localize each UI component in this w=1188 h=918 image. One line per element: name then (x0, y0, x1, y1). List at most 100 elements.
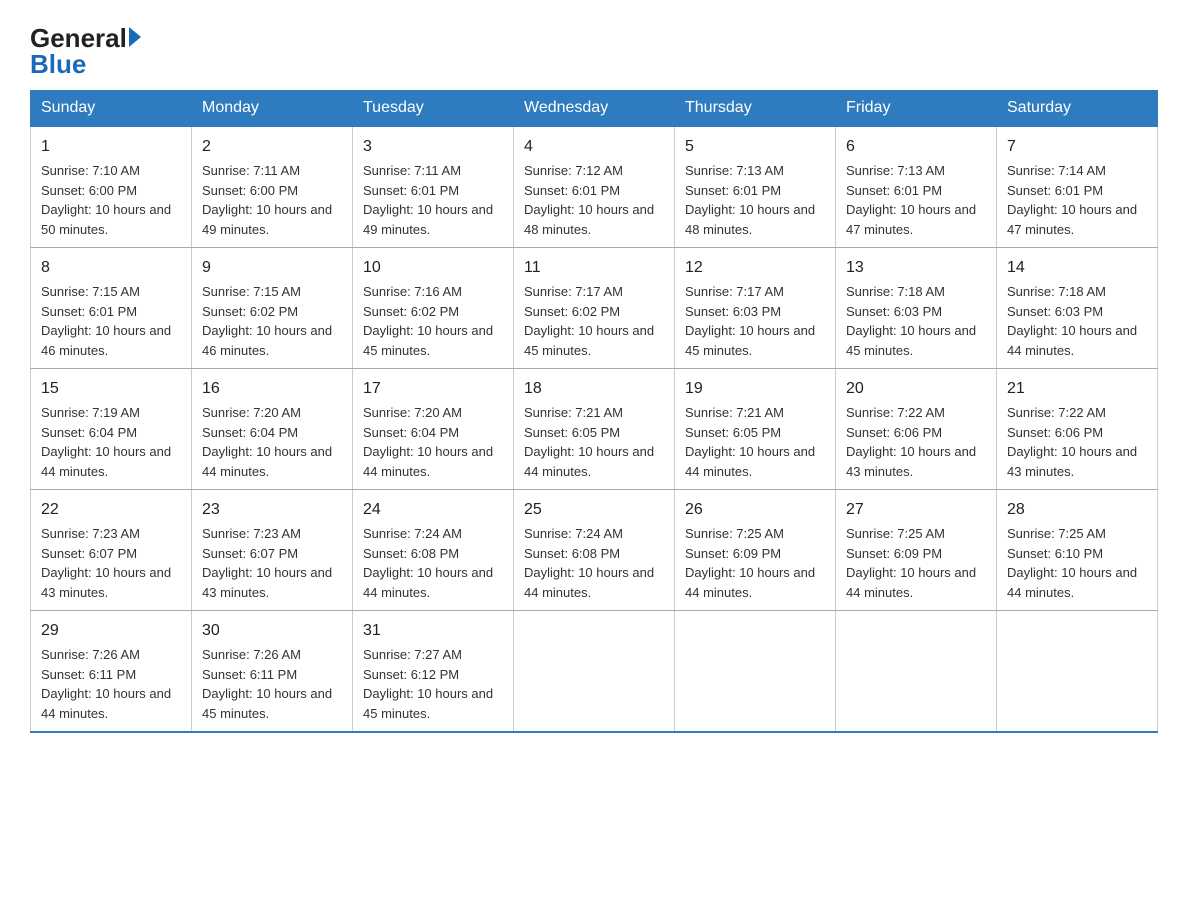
day-number: 26 (685, 498, 825, 522)
daylight-label: Daylight: 10 hours and 44 minutes. (202, 444, 332, 479)
calendar-body: 1 Sunrise: 7:10 AM Sunset: 6:00 PM Daylight… (31, 126, 1158, 732)
daylight-label: Daylight: 10 hours and 44 minutes. (41, 444, 171, 479)
daylight-label: Daylight: 10 hours and 45 minutes. (363, 323, 493, 358)
calendar-cell: 28Sunrise: 7:25 AMSunset: 6:10 PMDayligh… (997, 490, 1158, 611)
daylight-label: Daylight: 10 hours and 44 minutes. (846, 565, 976, 600)
sunset-label: Sunset: 6:05 PM (524, 425, 620, 440)
daylight-label: Daylight: 10 hours and 45 minutes. (685, 323, 815, 358)
daylight-label: Daylight: 10 hours and 48 minutes. (524, 202, 654, 237)
calendar-cell: 9Sunrise: 7:15 AMSunset: 6:02 PMDaylight… (192, 248, 353, 369)
day-number: 7 (1007, 135, 1147, 159)
sunset-label: Sunset: 6:00 PM (41, 183, 137, 198)
calendar-table: SundayMondayTuesdayWednesdayThursdayFrid… (30, 90, 1158, 733)
sunrise-label: Sunrise: 7:10 AM (41, 163, 140, 178)
header-day-friday: Friday (836, 91, 997, 127)
sunset-label: Sunset: 6:02 PM (363, 304, 459, 319)
daylight-label: Daylight: 10 hours and 43 minutes. (202, 565, 332, 600)
sunset-label: Sunset: 6:03 PM (846, 304, 942, 319)
sunrise-label: Sunrise: 7:26 AM (202, 647, 301, 662)
sunset-label: Sunset: 6:01 PM (1007, 183, 1103, 198)
calendar-cell: 27Sunrise: 7:25 AMSunset: 6:09 PMDayligh… (836, 490, 997, 611)
sunrise-label: Sunrise: 7:15 AM (41, 284, 140, 299)
sunrise-label: Sunrise: 7:21 AM (685, 405, 784, 420)
header-day-sunday: Sunday (31, 91, 192, 127)
calendar-cell: 29Sunrise: 7:26 AMSunset: 6:11 PMDayligh… (31, 611, 192, 733)
daylight-label: Daylight: 10 hours and 45 minutes. (846, 323, 976, 358)
sunset-label: Sunset: 6:11 PM (202, 667, 297, 682)
calendar-week-2: 8Sunrise: 7:15 AMSunset: 6:01 PMDaylight… (31, 248, 1158, 369)
calendar-cell: 24Sunrise: 7:24 AMSunset: 6:08 PMDayligh… (353, 490, 514, 611)
calendar-cell (675, 611, 836, 733)
sunrise-label: Sunrise: 7:13 AM (685, 163, 784, 178)
sunrise-label: Sunrise: 7:27 AM (363, 647, 462, 662)
day-number: 4 (524, 135, 664, 159)
daylight-label: Daylight: 10 hours and 49 minutes. (202, 202, 332, 237)
sunset-label: Sunset: 6:03 PM (685, 304, 781, 319)
calendar-cell (514, 611, 675, 733)
sunrise-label: Sunrise: 7:14 AM (1007, 163, 1106, 178)
logo-arrow-icon (129, 27, 141, 47)
day-number: 13 (846, 256, 986, 280)
calendar-cell: 6Sunrise: 7:13 AMSunset: 6:01 PMDaylight… (836, 126, 997, 248)
calendar-cell: 14Sunrise: 7:18 AMSunset: 6:03 PMDayligh… (997, 248, 1158, 369)
daylight-label: Daylight: 10 hours and 44 minutes. (363, 565, 493, 600)
calendar-cell: 31Sunrise: 7:27 AMSunset: 6:12 PMDayligh… (353, 611, 514, 733)
day-number: 15 (41, 377, 181, 401)
sunset-label: Sunset: 6:11 PM (41, 667, 136, 682)
calendar-cell: 17Sunrise: 7:20 AMSunset: 6:04 PMDayligh… (353, 369, 514, 490)
sunset-label: Sunset: 6:12 PM (363, 667, 459, 682)
daylight-label: Daylight: 10 hours and 44 minutes. (685, 565, 815, 600)
day-number: 3 (363, 135, 503, 159)
sunset-label: Sunset: 6:06 PM (846, 425, 942, 440)
calendar-cell: 4Sunrise: 7:12 AMSunset: 6:01 PMDaylight… (514, 126, 675, 248)
daylight-label: Daylight: 10 hours and 50 minutes. (41, 202, 171, 237)
day-number: 21 (1007, 377, 1147, 401)
calendar-cell: 16Sunrise: 7:20 AMSunset: 6:04 PMDayligh… (192, 369, 353, 490)
sunrise-label: Sunrise: 7:16 AM (363, 284, 462, 299)
calendar-cell: 22Sunrise: 7:23 AMSunset: 6:07 PMDayligh… (31, 490, 192, 611)
day-number: 9 (202, 256, 342, 280)
sunrise-label: Sunrise: 7:20 AM (202, 405, 301, 420)
calendar-cell: 26Sunrise: 7:25 AMSunset: 6:09 PMDayligh… (675, 490, 836, 611)
sunset-label: Sunset: 6:08 PM (524, 546, 620, 561)
calendar-cell: 2Sunrise: 7:11 AMSunset: 6:00 PMDaylight… (192, 126, 353, 248)
day-number: 10 (363, 256, 503, 280)
calendar-cell: 12Sunrise: 7:17 AMSunset: 6:03 PMDayligh… (675, 248, 836, 369)
sunrise-label: Sunrise: 7:18 AM (846, 284, 945, 299)
sunrise-label: Sunrise: 7:22 AM (1007, 405, 1106, 420)
calendar-cell: 11Sunrise: 7:17 AMSunset: 6:02 PMDayligh… (514, 248, 675, 369)
daylight-label: Daylight: 10 hours and 44 minutes. (1007, 565, 1137, 600)
calendar-cell: 23Sunrise: 7:23 AMSunset: 6:07 PMDayligh… (192, 490, 353, 611)
day-number: 29 (41, 619, 181, 643)
day-number: 31 (363, 619, 503, 643)
sunrise-label: Sunrise: 7:24 AM (363, 526, 462, 541)
sunrise-label: Sunrise: 7:20 AM (363, 405, 462, 420)
calendar-cell: 19Sunrise: 7:21 AMSunset: 6:05 PMDayligh… (675, 369, 836, 490)
calendar-cell: 7Sunrise: 7:14 AMSunset: 6:01 PMDaylight… (997, 126, 1158, 248)
sunset-label: Sunset: 6:01 PM (846, 183, 942, 198)
header-row: SundayMondayTuesdayWednesdayThursdayFrid… (31, 91, 1158, 127)
day-number: 6 (846, 135, 986, 159)
logo-general: General (30, 25, 127, 51)
sunrise-label: Sunrise: 7:25 AM (846, 526, 945, 541)
calendar-week-4: 22Sunrise: 7:23 AMSunset: 6:07 PMDayligh… (31, 490, 1158, 611)
sunset-label: Sunset: 6:01 PM (363, 183, 459, 198)
daylight-label: Daylight: 10 hours and 45 minutes. (524, 323, 654, 358)
day-number: 16 (202, 377, 342, 401)
day-number: 20 (846, 377, 986, 401)
page-header: General Blue (30, 20, 1158, 80)
calendar-week-1: 1 Sunrise: 7:10 AM Sunset: 6:00 PM Daylight… (31, 126, 1158, 248)
calendar-cell (836, 611, 997, 733)
sunrise-label: Sunrise: 7:25 AM (685, 526, 784, 541)
daylight-label: Daylight: 10 hours and 49 minutes. (363, 202, 493, 237)
day-number: 1 (41, 135, 181, 159)
day-number: 14 (1007, 256, 1147, 280)
sunset-label: Sunset: 6:01 PM (41, 304, 137, 319)
daylight-label: Daylight: 10 hours and 44 minutes. (524, 565, 654, 600)
daylight-label: Daylight: 10 hours and 47 minutes. (846, 202, 976, 237)
daylight-label: Daylight: 10 hours and 43 minutes. (846, 444, 976, 479)
logo-blue: Blue (30, 49, 86, 80)
sunset-label: Sunset: 6:07 PM (41, 546, 137, 561)
sunrise-label: Sunrise: 7:11 AM (363, 163, 461, 178)
header-day-saturday: Saturday (997, 91, 1158, 127)
